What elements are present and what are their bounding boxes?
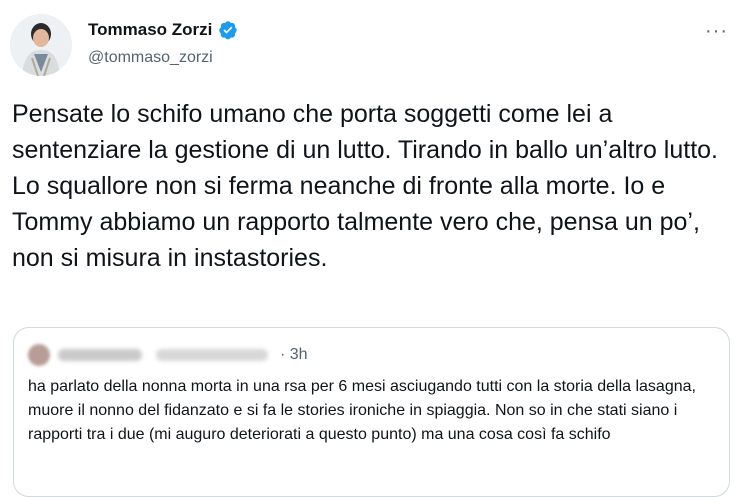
quoted-tweet-text: ha parlato della nonna morta in una rsa … xyxy=(28,378,696,443)
author-name-row[interactable]: Tommaso Zorzi xyxy=(88,20,238,40)
tweet-text: Pensate lo schifo umano che porta sogget… xyxy=(12,100,719,272)
quoted-tweet-header: · 3h xyxy=(28,344,308,366)
author-handle[interactable]: @tommaso_zorzi xyxy=(88,49,213,67)
avatar-image xyxy=(10,14,72,76)
quoted-author-name-blurred xyxy=(58,349,142,361)
quoted-author-handle-blurred xyxy=(156,349,268,361)
quoted-tweet-time: · 3h xyxy=(280,346,308,363)
more-options-icon[interactable]: ··· xyxy=(705,20,728,43)
author-avatar[interactable] xyxy=(10,14,72,76)
verified-badge-icon xyxy=(219,21,238,40)
quoted-author-avatar-blurred xyxy=(28,344,50,366)
quoted-tweet-card[interactable]: · 3h ha parlato della nonna morta in una… xyxy=(13,327,730,497)
author-display-name[interactable]: Tommaso Zorzi xyxy=(88,20,212,40)
